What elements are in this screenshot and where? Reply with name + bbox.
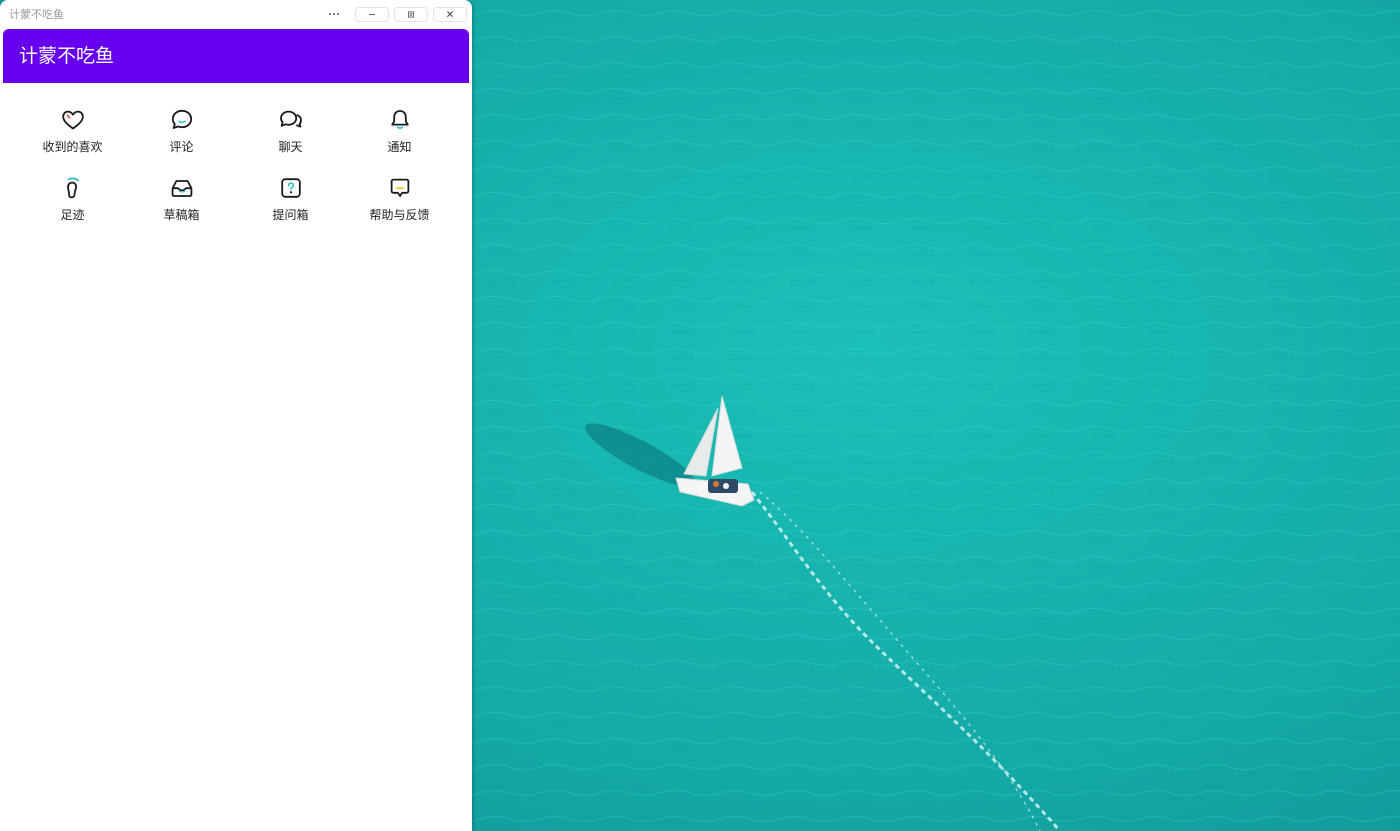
menu-item-footprints[interactable]: 足迹: [18, 173, 127, 241]
minimize-button[interactable]: [355, 7, 389, 22]
page-title: 计蒙不吃鱼: [19, 45, 115, 67]
menu-item-label: 提问箱: [272, 208, 309, 222]
close-icon: [447, 11, 453, 18]
window-titlebar[interactable]: 计蒙不吃鱼: [0, 0, 472, 29]
restore-window-icon: [407, 11, 415, 18]
menu-item-notifications[interactable]: 通知: [345, 105, 454, 173]
menu-item-label: 通知: [387, 140, 412, 154]
menu-item-question-box[interactable]: 提问箱: [236, 173, 345, 241]
inbox-tray-icon: [169, 175, 195, 201]
menu-item-label: 评论: [169, 140, 194, 154]
menu-item-help-feedback[interactable]: 帮助与反馈: [345, 173, 454, 241]
menu-item-received-likes[interactable]: 收到的喜欢: [18, 105, 127, 173]
menu-item-label: 足迹: [60, 208, 85, 222]
restore-button[interactable]: [394, 7, 428, 22]
app-window: 计蒙不吃鱼 计蒙不吃鱼 收到的喜欢 评论 聊天 通知 足迹 草稿箱 提问箱 帮助…: [0, 0, 472, 831]
menu-item-label: 聊天: [278, 140, 303, 154]
comment-bubble-icon: [169, 107, 195, 133]
menu-item-chat[interactable]: 聊天: [236, 105, 345, 173]
menu-item-comments[interactable]: 评论: [127, 105, 236, 173]
feedback-message-icon: [387, 175, 413, 201]
question-box-icon: [278, 175, 304, 201]
menu-item-label: 帮助与反馈: [369, 208, 430, 222]
menu-item-label: 收到的喜欢: [42, 140, 103, 154]
bell-icon: [387, 107, 413, 133]
window-title: 计蒙不吃鱼: [9, 8, 64, 21]
app-header: 计蒙不吃鱼: [3, 29, 469, 83]
minimize-icon: [368, 14, 376, 15]
menu-item-label: 草稿箱: [163, 208, 200, 222]
more-horizontal-icon: [328, 12, 340, 16]
main-content: 收到的喜欢 评论 聊天 通知 足迹 草稿箱 提问箱 帮助与反馈: [3, 83, 469, 831]
more-options-button[interactable]: [326, 6, 342, 22]
close-button[interactable]: [433, 7, 467, 22]
menu-item-drafts[interactable]: 草稿箱: [127, 173, 236, 241]
desktop: 计蒙不吃鱼 计蒙不吃鱼 收到的喜欢 评论 聊天 通知 足迹 草稿箱 提问箱 帮助…: [0, 0, 1400, 831]
menu-grid: 收到的喜欢 评论 聊天 通知 足迹 草稿箱 提问箱 帮助与反馈: [18, 105, 454, 241]
footprint-icon: [60, 175, 86, 201]
heart-icon: [60, 107, 86, 133]
chat-bubbles-icon: [278, 107, 304, 133]
